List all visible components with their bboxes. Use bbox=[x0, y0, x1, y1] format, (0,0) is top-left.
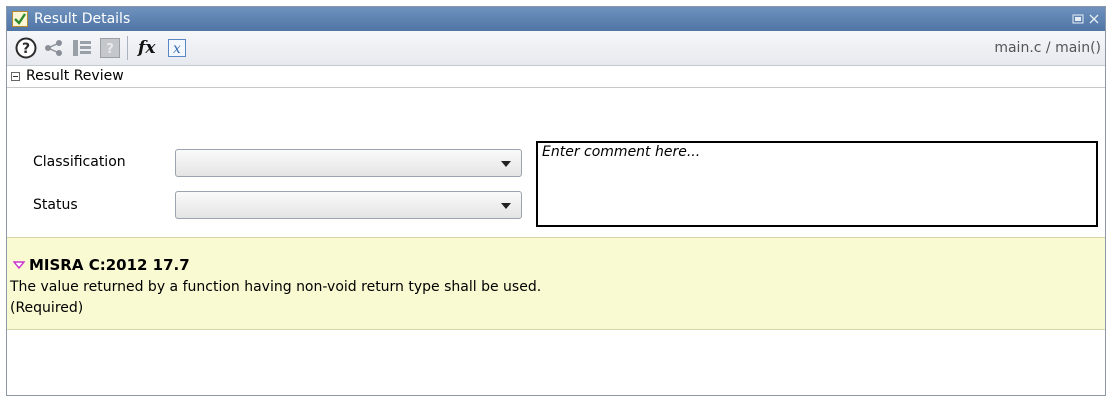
section-title: Result Review bbox=[26, 68, 124, 84]
rule-title: MISRA C:2012 17.7 bbox=[29, 256, 190, 274]
classification-dropdown[interactable] bbox=[175, 149, 522, 177]
result-review-panel: Classification Status Enter comment here… bbox=[7, 87, 1105, 237]
result-review-header[interactable]: Result Review bbox=[7, 65, 1105, 88]
help-button[interactable]: ? bbox=[13, 35, 39, 61]
function-icon: fx bbox=[137, 38, 156, 58]
window-title: Result Details bbox=[34, 11, 131, 27]
unknown-help-icon: ? bbox=[100, 38, 120, 58]
svg-text:?: ? bbox=[22, 41, 30, 57]
show-graph-button[interactable] bbox=[41, 35, 67, 61]
status-label: Status bbox=[33, 197, 78, 213]
app-logo-icon bbox=[12, 11, 28, 27]
violation-marker-icon bbox=[13, 261, 25, 269]
svg-text:fx: fx bbox=[137, 38, 156, 58]
help-icon: ? bbox=[15, 37, 37, 59]
function-button[interactable]: fx bbox=[136, 35, 162, 61]
chevron-down-icon bbox=[501, 203, 511, 209]
variable-button[interactable]: x bbox=[164, 35, 190, 61]
call-tree-icon bbox=[73, 40, 91, 56]
svg-text:?: ? bbox=[106, 42, 114, 57]
toolbar-separator bbox=[127, 36, 128, 60]
result-details-panel: MISRA C:2012 17.7 The value returned by … bbox=[7, 237, 1105, 330]
status-dropdown[interactable] bbox=[175, 191, 522, 219]
rule-category: (Required) bbox=[10, 300, 84, 316]
toolbar: ? ? fx x main.c / main() bbox=[7, 31, 1105, 66]
result-details-window: Result Details ? ? fx x main.c / main() … bbox=[6, 6, 1106, 396]
close-icon[interactable] bbox=[1088, 13, 1100, 25]
title-bar: Result Details bbox=[7, 7, 1105, 31]
comment-field[interactable]: Enter comment here... bbox=[536, 141, 1098, 227]
svg-text:x: x bbox=[173, 41, 181, 57]
share-graph-icon bbox=[45, 40, 62, 56]
rule-heading: MISRA C:2012 17.7 bbox=[13, 256, 190, 274]
collapse-icon[interactable] bbox=[11, 71, 20, 81]
classification-label: Classification bbox=[33, 154, 126, 170]
breadcrumb[interactable]: main.c / main() bbox=[994, 40, 1101, 56]
rule-description: The value returned by a function having … bbox=[10, 279, 542, 295]
call-hierarchy-button[interactable] bbox=[69, 35, 95, 61]
chevron-down-icon bbox=[501, 161, 511, 167]
undock-icon[interactable] bbox=[1072, 13, 1084, 25]
variable-icon: x bbox=[168, 39, 186, 57]
rule-help-button[interactable]: ? bbox=[97, 35, 123, 61]
